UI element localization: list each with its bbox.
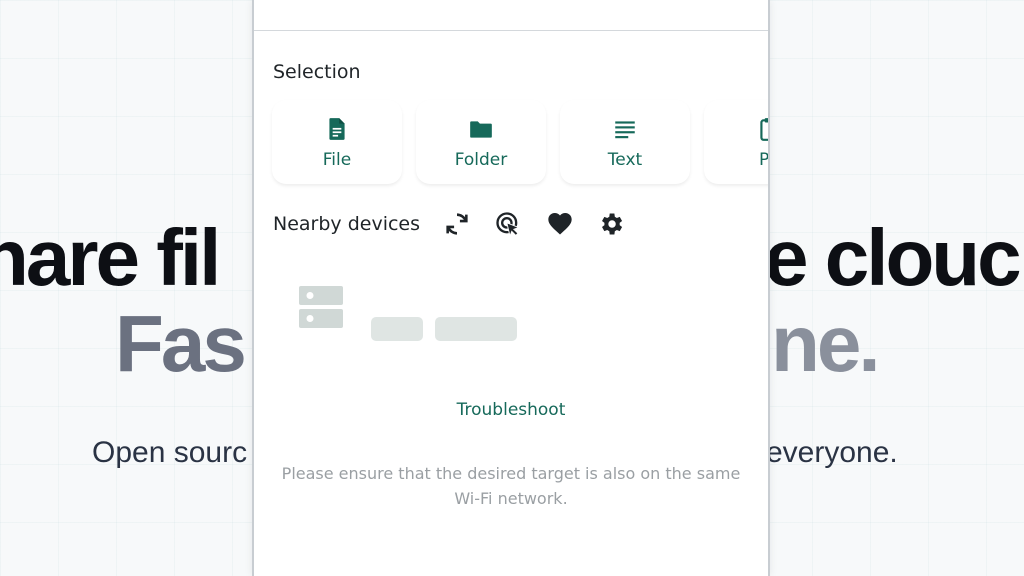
send-panel: Selection File Folder Text P Nearby devi… [252,0,770,576]
device-skeleton-info [435,317,517,341]
text-icon [615,121,635,139]
page-background: hare fil e clouc Fas ne. Open sourc ever… [0,0,1024,576]
nearby-devices-title: Nearby devices [273,213,421,235]
hero-subheadline-right: ne. [771,299,881,388]
troubleshoot-link[interactable]: Troubleshoot [254,400,768,420]
select-paste-label: Pa [759,150,769,170]
nearby-devices-header: Nearby devices [273,210,753,240]
select-file-button[interactable]: File [272,100,402,184]
select-folder-label: Folder [454,150,508,170]
refresh-icon[interactable] [443,210,471,238]
hero-headline-left: hare fil [0,213,221,302]
paste-icon [760,118,768,141]
select-text-label: Text [607,150,643,170]
server-icon [299,286,343,328]
select-paste-button[interactable]: Pa [704,100,769,184]
folder-icon [470,121,492,138]
select-folder-button[interactable]: Folder [416,100,546,184]
gear-icon[interactable] [597,210,625,238]
file-icon [329,118,345,140]
hero-subheadline-left: Fas [115,299,247,388]
top-divider [254,30,768,31]
selection-row: File Folder Text P [272,100,769,186]
selection-title: Selection [273,61,361,83]
target-cursor-icon[interactable] [494,210,522,238]
hero-headline-right: e clouc [764,213,1022,302]
wifi-hint-text: Please ensure that the desired target is… [281,464,741,508]
select-file-label: File [322,150,352,170]
heart-icon[interactable] [546,210,574,238]
select-text-button[interactable]: Text [560,100,690,184]
hero-tagline-right: everyone. [766,436,898,469]
hero-tagline-left: Open sourc [92,436,248,469]
device-skeleton-name [371,317,423,341]
